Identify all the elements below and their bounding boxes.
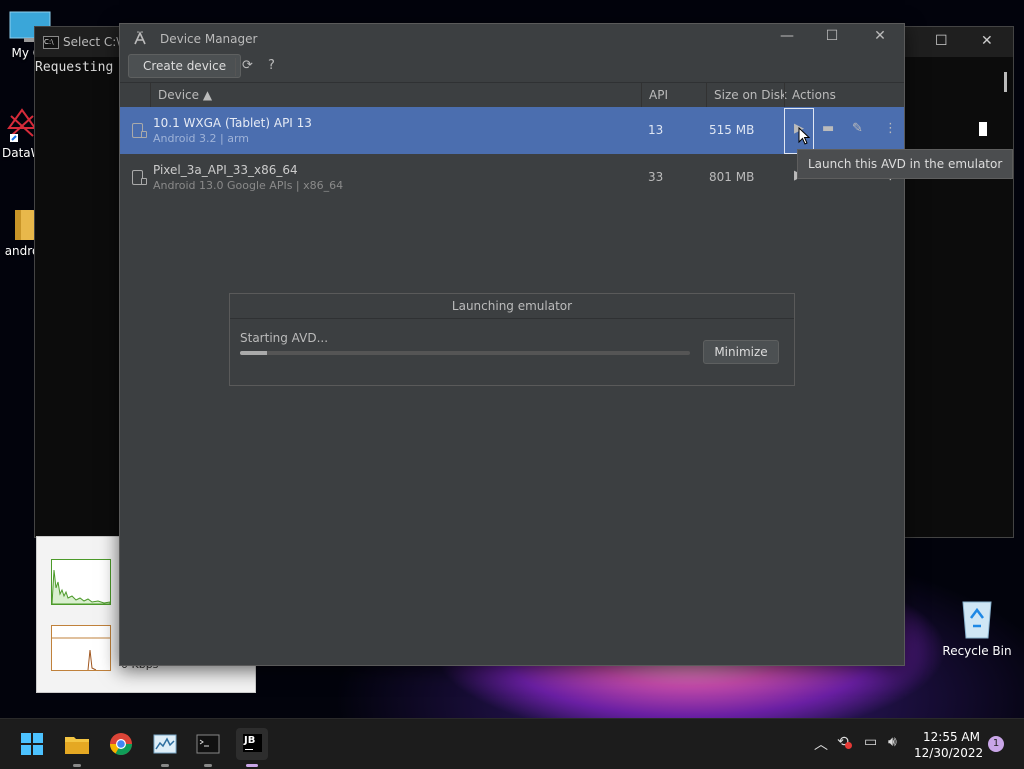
running-indicator (204, 764, 212, 767)
phone-icon (132, 170, 147, 185)
device-size: 515 MB (709, 123, 755, 137)
close-icon[interactable]: ✕ (865, 28, 895, 44)
chevron-up-icon[interactable]: ︿ (814, 734, 828, 754)
launching-emulator-dialog[interactable]: Launching emulator Starting AVD... Minim… (229, 293, 795, 386)
terminal-icon (196, 734, 220, 754)
column-actions: Actions (792, 88, 836, 102)
launch-status-text: Starting AVD... (240, 331, 329, 345)
launch-tooltip: Launch this AVD in the emulator (797, 149, 1014, 179)
clock-date: 12/30/2022 (914, 746, 984, 760)
toolbar: Create device ⟳ ? (120, 52, 904, 82)
folder-icon (15, 210, 35, 240)
folder-icon[interactable]: ▬ (822, 121, 834, 136)
help-icon[interactable]: ? (268, 58, 275, 73)
taskbar-task-manager[interactable] (149, 728, 181, 760)
file-explorer-icon (65, 737, 89, 754)
more-options-icon[interactable]: ⋮ (884, 121, 897, 136)
device-api: 33 (648, 170, 664, 184)
clock-time: 12:55 AM (923, 730, 980, 744)
device-subtitle: Android 13.0 Google APIs | x86_64 (153, 179, 344, 192)
android-studio-icon (134, 31, 146, 45)
device-size: 801 MB (709, 170, 755, 184)
dialog-title: Launching emulator (230, 294, 794, 319)
device-api: 13 (648, 123, 664, 137)
column-divider (784, 83, 785, 107)
taskbar-android-studio[interactable]: JB (236, 728, 268, 760)
terminal-output: Requesting (35, 60, 114, 75)
device-manager-titlebar[interactable]: Device Manager — ☐ ✕ (120, 24, 904, 52)
column-divider (150, 83, 151, 107)
taskbar-clock[interactable]: 12:55 AM 12/30/2022 (914, 729, 984, 761)
taskbar-terminal[interactable] (192, 728, 224, 760)
volume-icon[interactable]: 🔊︎ (888, 734, 897, 750)
toolbar-separator (235, 58, 236, 76)
network-icon[interactable]: ▭ (864, 734, 877, 750)
refresh-icon[interactable]: ⟳ (242, 58, 253, 73)
minimize-button[interactable]: Minimize (703, 340, 779, 364)
recycle-bin-label: Recycle Bin (942, 644, 1012, 658)
device-name: Pixel_3a_API_33_x86_64 (153, 163, 298, 177)
launch-progress-bar (240, 351, 690, 355)
device-subtitle: Android 3.2 | arm (153, 132, 250, 145)
minimize-icon[interactable]: — (772, 28, 802, 44)
cpu-graph (51, 559, 111, 605)
sync-alert-icon[interactable]: ⟲ (837, 734, 852, 750)
device-table-header: Device ▲ API Size on Disk Actions (120, 82, 904, 108)
column-size[interactable]: Size on Disk (714, 88, 787, 102)
network-graph (51, 625, 111, 671)
column-device[interactable]: Device ▲ (158, 88, 212, 102)
maximize-icon[interactable]: ☐ (817, 28, 847, 44)
start-icon (21, 733, 43, 755)
taskbar-file-explorer[interactable] (61, 728, 93, 760)
maximize-icon[interactable]: ☐ (935, 33, 948, 49)
table-row[interactable]: Pixel_3a_API_33_x86_64 Android 13.0 Goog… (120, 154, 904, 201)
close-icon[interactable]: ✕ (981, 33, 993, 49)
jetbrains-icon: JB (243, 734, 262, 752)
column-api[interactable]: API (649, 88, 668, 102)
desktop-icon-recycle-bin[interactable]: Recycle Bin (942, 596, 1012, 658)
task-manager-icon (153, 734, 177, 754)
jetbrains-label: JB (244, 735, 256, 746)
mouse-pointer-icon (798, 127, 810, 145)
datawarrior-icon (7, 108, 37, 142)
active-indicator (246, 764, 258, 767)
column-divider (706, 83, 707, 107)
running-indicator (161, 764, 169, 767)
tablet-icon (132, 123, 147, 138)
window-title: Device Manager (160, 32, 258, 46)
start-button[interactable] (16, 728, 48, 760)
taskbar-chrome[interactable] (105, 728, 137, 760)
recycle-bin-icon (962, 601, 992, 639)
device-name: 10.1 WXGA (Tablet) API 13 (153, 116, 312, 130)
notification-badge[interactable]: 1 (988, 736, 1004, 752)
terminal-cursor (979, 122, 987, 136)
running-indicator (73, 764, 81, 767)
edit-pencil-icon[interactable]: ✎ (852, 121, 863, 136)
progress-fill (240, 351, 267, 355)
terminal-scrollbar[interactable] (1004, 72, 1007, 92)
table-row[interactable]: 10.1 WXGA (Tablet) API 13 Android 3.2 | … (120, 107, 904, 154)
terminal-icon: C:\ (43, 36, 59, 49)
column-divider (641, 83, 642, 107)
taskbar: JB ︿ ⟲ ▭ 🔊︎ 12:55 AM 12/30/2022 1 (0, 718, 1024, 769)
chrome-icon (110, 733, 132, 755)
create-device-button[interactable]: Create device (128, 54, 242, 78)
sort-asc-icon: ▲ (202, 88, 213, 102)
